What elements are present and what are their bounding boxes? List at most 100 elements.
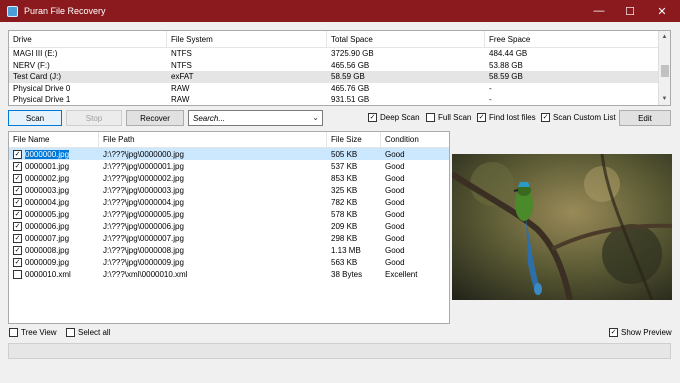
file-checkbox[interactable]: ✓	[13, 185, 22, 195]
file-name: 0000008.jpg	[25, 245, 70, 255]
full-scan-checkbox[interactable]: Full Scan	[426, 113, 471, 122]
file-checkbox[interactable]: ✓	[13, 221, 22, 231]
file-size: 853 KB	[331, 173, 358, 183]
deep-scan-checkbox[interactable]: ✓ Deep Scan	[368, 113, 420, 122]
file-checkbox[interactable]: ✓	[13, 161, 22, 171]
drive-free-space: -	[489, 95, 492, 105]
file-path: J:\???\jpg\0000002.jpg	[103, 173, 184, 183]
drive-filesystem: NTFS	[171, 60, 192, 70]
condition-col-header[interactable]: Condition	[381, 132, 449, 147]
file-condition: Good	[385, 173, 405, 183]
file-path: J:\???\jpg\0000009.jpg	[103, 257, 184, 267]
file-row[interactable]: ✓ 0000004.jpg J:\???\jpg\0000004.jpg 782 KB…	[9, 196, 449, 208]
file-name: 0000007.jpg	[25, 233, 70, 243]
show-preview-check[interactable]: ✓	[609, 328, 618, 337]
select-all-check[interactable]	[66, 328, 75, 337]
filesystem-col-header[interactable]: File System	[167, 31, 327, 47]
file-list[interactable]: File Name File Path File Size Condition …	[8, 131, 450, 324]
file-condition: Good	[385, 161, 405, 171]
file-size-col-header[interactable]: File Size	[327, 132, 381, 147]
file-checkbox[interactable]: ✓	[13, 257, 22, 267]
scroll-down-icon[interactable]: ▼	[659, 93, 670, 105]
drive-row[interactable]: Physical Drive 0 RAW 465.76 GB -	[9, 83, 670, 95]
scan-button[interactable]: Scan	[8, 110, 62, 126]
drive-filesystem: NTFS	[171, 49, 192, 59]
drive-free-space: 484.44 GB	[489, 49, 528, 59]
show-preview-checkbox[interactable]: ✓ Show Preview	[609, 328, 672, 337]
free-space-col-header[interactable]: Free Space	[485, 31, 660, 47]
close-button[interactable]: ✕	[648, 0, 676, 22]
file-checkbox[interactable]: ✓	[13, 245, 22, 255]
file-name: 0000001.jpg	[25, 161, 70, 171]
file-checkbox[interactable]: ✓	[13, 209, 22, 219]
file-row[interactable]: ✓ 0000006.jpg J:\???\jpg\0000006.jpg 209 KB…	[9, 220, 449, 232]
scroll-thumb[interactable]	[661, 65, 669, 77]
file-row[interactable]: ✓ 0000007.jpg J:\???\jpg\0000007.jpg 298 KB…	[9, 232, 449, 244]
find-lost-files-check[interactable]: ✓	[477, 113, 486, 122]
file-condition: Good	[385, 245, 405, 255]
file-size: 38 Bytes	[331, 269, 363, 279]
file-checkbox[interactable]: ✓	[13, 149, 22, 159]
file-path: J:\???\jpg\0000006.jpg	[103, 221, 184, 231]
scan-custom-list-checkbox[interactable]: ✓ Scan Custom List	[541, 113, 616, 122]
drive-name: Test Card (J:)	[13, 72, 62, 82]
edit-button[interactable]: Edit	[619, 110, 671, 126]
tree-view-check[interactable]	[9, 328, 18, 337]
file-name: 0000009.jpg	[25, 257, 70, 267]
drive-list-header: Drive File System Total Space Free Space	[9, 31, 670, 48]
drive-row[interactable]: MAGI III (E:) NTFS 3725.90 GB 484.44 GB	[9, 48, 670, 60]
file-checkbox[interactable]	[13, 269, 22, 279]
file-checkbox[interactable]: ✓	[13, 233, 22, 243]
drive-total-space: 3725.90 GB	[331, 49, 374, 59]
file-row[interactable]: 0000010.xml J:\???\xml\0000010.xml 38 Byte…	[9, 268, 449, 280]
file-size: 505 KB	[331, 149, 358, 159]
file-name-col-header[interactable]: File Name	[9, 132, 99, 147]
file-row[interactable]: ✓ 0000001.jpg J:\???\jpg\0000001.jpg 537 KB…	[9, 160, 449, 172]
drive-row[interactable]: Test Card (J:) exFAT 58.59 GB 58.59 GB	[9, 71, 670, 83]
file-row[interactable]: ✓ 0000003.jpg J:\???\jpg\0000003.jpg 325 KB…	[9, 184, 449, 196]
file-row[interactable]: ✓ 0000008.jpg J:\???\jpg\0000008.jpg 1.13 M…	[9, 244, 449, 256]
tree-view-checkbox[interactable]: Tree View	[9, 328, 57, 337]
file-checkbox[interactable]: ✓	[13, 197, 22, 207]
file-name: 0000004.jpg	[25, 197, 70, 207]
image-preview	[452, 154, 672, 300]
full-scan-check[interactable]	[426, 113, 435, 122]
drive-name: MAGI III (E:)	[13, 49, 58, 59]
chevron-down-icon[interactable]: ⌄	[312, 113, 319, 122]
drive-row[interactable]: Physical Drive 1 RAW 931.51 GB -	[9, 94, 670, 105]
scroll-up-icon[interactable]: ▲	[659, 31, 670, 43]
select-all-checkbox[interactable]: Select all	[66, 328, 110, 337]
scan-custom-list-check[interactable]: ✓	[541, 113, 550, 122]
file-row[interactable]: ✓ 0000000.jpg J:\???\jpg\0000000.jpg 505 KB…	[9, 148, 449, 160]
search-input[interactable]: Search...	[193, 114, 225, 123]
status-bar	[8, 343, 671, 359]
file-path-col-header[interactable]: File Path	[99, 132, 327, 147]
drive-list-scrollbar[interactable]: ▲ ▼	[658, 31, 670, 105]
find-lost-files-checkbox[interactable]: ✓ Find lost files	[477, 113, 536, 122]
file-checkbox[interactable]: ✓	[13, 173, 22, 183]
total-space-col-header[interactable]: Total Space	[327, 31, 485, 47]
file-row[interactable]: ✓ 0000009.jpg J:\???\jpg\0000009.jpg 563 KB…	[9, 256, 449, 268]
stop-button[interactable]: Stop	[66, 110, 122, 126]
drive-free-space: -	[489, 83, 492, 93]
drive-free-space: 53.88 GB	[489, 60, 523, 70]
file-name-cell: ✓ 0000003.jpg	[9, 185, 99, 195]
file-row[interactable]: ✓ 0000005.jpg J:\???\jpg\0000005.jpg 578 KB…	[9, 208, 449, 220]
toolbar: Scan Stop Recover Search... ⌄ ✓ Deep Sca…	[8, 110, 671, 126]
window-title: Puran File Recovery	[24, 6, 106, 16]
drive-col-header[interactable]: Drive	[9, 31, 167, 47]
show-preview-label: Show Preview	[621, 328, 672, 337]
drive-list[interactable]: Drive File System Total Space Free Space…	[8, 30, 671, 106]
file-row[interactable]: ✓ 0000002.jpg J:\???\jpg\0000002.jpg 853 KB…	[9, 172, 449, 184]
minimize-button[interactable]: —	[585, 0, 613, 22]
file-name: 0000010.xml	[25, 269, 71, 279]
recover-button[interactable]: Recover	[126, 110, 184, 126]
drive-row[interactable]: NERV (F:) NTFS 465.56 GB 53.88 GB	[9, 60, 670, 72]
file-path: J:\???\jpg\0000004.jpg	[103, 197, 184, 207]
search-combobox[interactable]: Search... ⌄	[188, 110, 323, 126]
maximize-button[interactable]: ☐	[616, 0, 644, 22]
file-name-cell: ✓ 0000004.jpg	[9, 197, 99, 207]
file-path: J:\???\xml\0000010.xml	[103, 269, 188, 279]
deep-scan-check[interactable]: ✓	[368, 113, 377, 122]
file-name: 0000003.jpg	[25, 185, 70, 195]
